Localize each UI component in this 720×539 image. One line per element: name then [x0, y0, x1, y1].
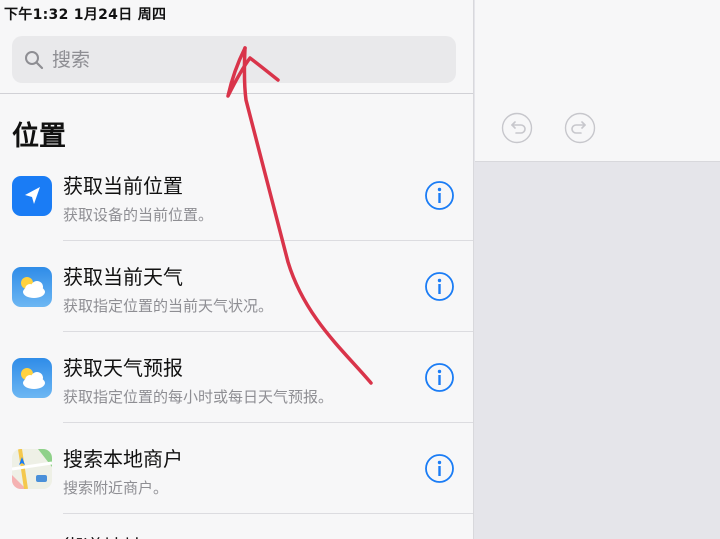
status-bar-time: 下午1:32 1月24日 周四 [4, 7, 167, 23]
action-title: 获取当前位置 [63, 174, 183, 198]
actions-panel: 下午1:32 1月24日 周四 位置 获取当前位置 获取设备的当前位置。 [0, 0, 474, 539]
action-subtitle: 获取指定位置的当前天气状况。 [63, 297, 274, 315]
action-subtitle: 获取指定位置的每小时或每日天气预报。 [63, 388, 334, 406]
action-title: 获取当前天气 [63, 265, 183, 289]
list-item[interactable]: 搜索本地商户 搜索附近商户。 [0, 423, 473, 514]
action-subtitle: 获取设备的当前位置。 [63, 206, 214, 224]
header-divider [0, 93, 473, 94]
search-input[interactable] [52, 48, 432, 71]
info-icon[interactable] [424, 271, 455, 302]
action-title: 搜索本地商户 [63, 447, 183, 471]
maps-icon [12, 449, 52, 489]
row-divider [63, 513, 473, 514]
section-title: 位置 [12, 121, 66, 152]
search-bar[interactable] [12, 36, 456, 83]
action-title-partial[interactable]: 街道地址 [63, 531, 143, 539]
redo-icon[interactable] [564, 112, 596, 144]
weather-icon [12, 358, 52, 398]
info-icon[interactable] [424, 180, 455, 211]
info-icon[interactable] [424, 453, 455, 484]
list-item[interactable]: 获取当前位置 获取设备的当前位置。 [0, 150, 473, 241]
search-icon [25, 50, 44, 69]
undo-icon[interactable] [501, 112, 533, 144]
list-item[interactable]: 获取当前天气 获取指定位置的当前天气状况。 [0, 241, 473, 332]
action-title: 获取天气预报 [63, 356, 183, 380]
weather-icon [12, 267, 52, 307]
action-subtitle: 搜索附近商户。 [63, 479, 169, 497]
list-item[interactable]: 获取天气预报 获取指定位置的每小时或每日天气预报。 [0, 332, 473, 423]
info-icon[interactable] [424, 362, 455, 393]
location-arrow-icon [12, 176, 52, 216]
actions-list: 获取当前位置 获取设备的当前位置。 获取当前天气 获取指定位置的当前天气状况。 [0, 150, 473, 514]
